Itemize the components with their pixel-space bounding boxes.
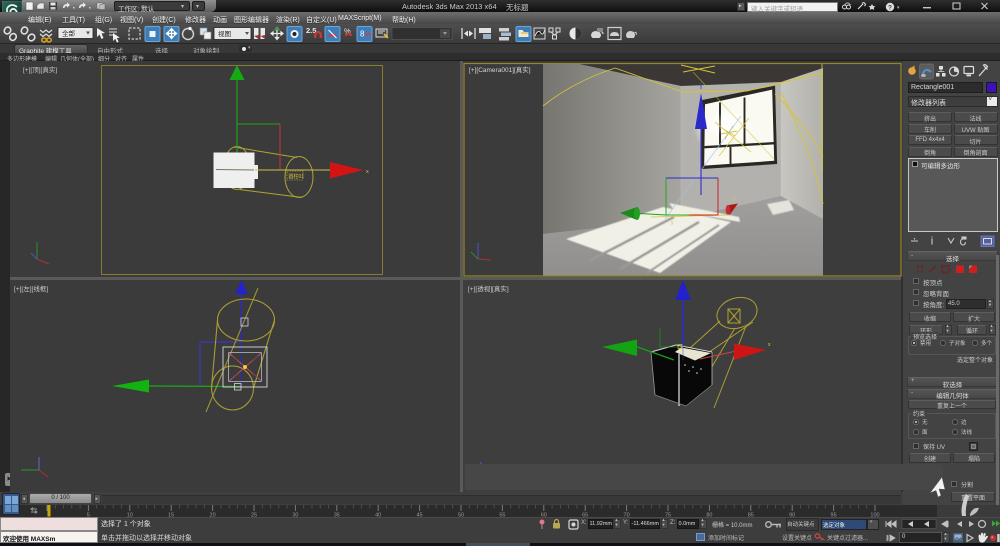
- svg-text:85: 85: [748, 513, 754, 518]
- svg-text:90: 90: [789, 513, 795, 518]
- svg-text:80: 80: [706, 513, 712, 518]
- svg-text:[+][顶][真实]: [+][顶][真实]: [23, 65, 57, 74]
- svg-text:55: 55: [499, 513, 505, 518]
- svg-text:全部: 全部: [62, 29, 76, 38]
- svg-text:25: 25: [251, 513, 257, 518]
- svg-text:30: 30: [292, 513, 298, 518]
- svg-text:50: 50: [458, 513, 464, 518]
- svg-text:75: 75: [665, 513, 671, 518]
- svg-text:8: 8: [360, 30, 365, 39]
- svg-text:65: 65: [582, 513, 588, 518]
- svg-text:45: 45: [417, 513, 423, 518]
- svg-text:10: 10: [127, 513, 133, 518]
- svg-text:[+][Camera001][真实]: [+][Camera001][真实]: [469, 65, 531, 74]
- svg-text:▾: ▾: [897, 5, 900, 11]
- svg-text:x: x: [366, 169, 369, 175]
- svg-text:100: 100: [870, 513, 879, 518]
- svg-text:[+][左][线框]: [+][左][线框]: [14, 284, 48, 293]
- svg-text:?: ?: [888, 5, 892, 12]
- svg-text:40: 40: [375, 513, 381, 518]
- svg-text:[+][透视][真实]: [+][透视][真实]: [468, 284, 509, 293]
- svg-text:60: 60: [541, 513, 547, 518]
- svg-text:20: 20: [210, 513, 216, 518]
- svg-text:35: 35: [334, 513, 340, 518]
- svg-text:视图: 视图: [218, 29, 231, 38]
- svg-text:70: 70: [624, 513, 630, 518]
- svg-text:圆柱01: 圆柱01: [289, 173, 305, 180]
- svg-text:95: 95: [831, 513, 837, 518]
- svg-text:15: 15: [168, 513, 174, 518]
